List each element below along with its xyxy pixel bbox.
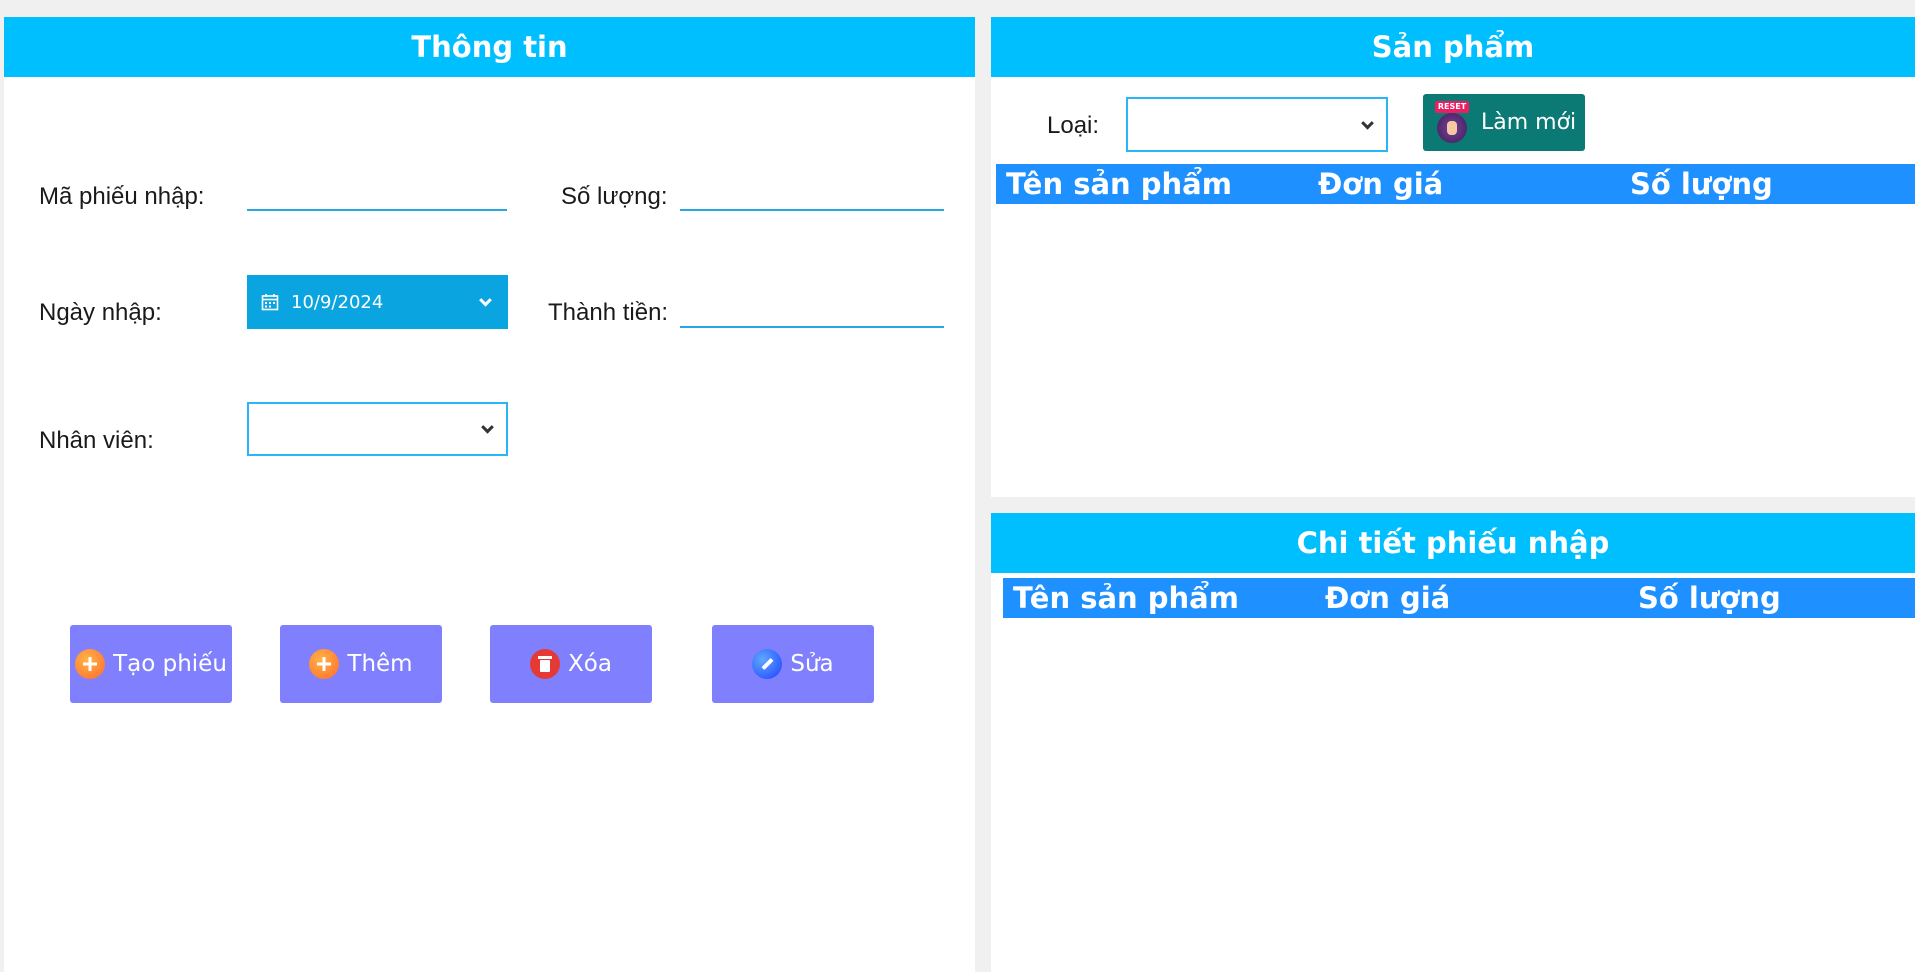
so-luong-input[interactable]: [680, 181, 944, 211]
thanh-tien-label: Thành tiền:: [548, 299, 669, 326]
product-table-header: Tên sản phẩm Đơn giá Số lượng: [996, 164, 1915, 204]
xoa-button[interactable]: Xóa: [490, 625, 652, 703]
chevron-down-icon: [1361, 116, 1374, 130]
tao-phieu-label: Tạo phiếu: [113, 651, 227, 677]
column-header-ten-san-pham[interactable]: Tên sản phẩm: [1013, 581, 1239, 615]
ngay-nhap-label: Ngày nhập:: [39, 299, 162, 326]
so-luong-label: Số lượng:: [561, 183, 668, 210]
column-header-don-gia[interactable]: Đơn giá: [1318, 167, 1443, 201]
nhan-vien-label: Nhân viên:: [39, 427, 154, 454]
chevron-down-icon: [481, 420, 494, 434]
xoa-label: Xóa: [568, 651, 612, 677]
column-header-ten-san-pham[interactable]: Tên sản phẩm: [1006, 167, 1232, 201]
calendar-icon: [261, 294, 279, 311]
ngay-nhap-value: 10/9/2024: [291, 291, 384, 313]
edit-icon: [752, 649, 783, 679]
ma-phieu-input[interactable]: [247, 181, 507, 211]
chevron-down-icon: [479, 293, 492, 307]
them-button[interactable]: Thêm: [280, 625, 442, 703]
plus-icon: [75, 649, 106, 679]
plus-icon: [309, 649, 340, 679]
them-label: Thêm: [347, 651, 413, 677]
sua-label: Sửa: [790, 651, 834, 677]
column-header-don-gia[interactable]: Đơn giá: [1325, 581, 1450, 615]
ngay-nhap-datepicker[interactable]: 10/9/2024: [247, 275, 508, 329]
sua-button[interactable]: Sửa: [712, 625, 874, 703]
tao-phieu-button[interactable]: Tạo phiếu: [70, 625, 232, 703]
loai-select[interactable]: [1126, 97, 1388, 152]
info-panel-title: Thông tin: [4, 17, 975, 77]
ma-phieu-label: Mã phiếu nhập:: [39, 183, 205, 210]
column-header-so-luong[interactable]: Số lượng: [1630, 167, 1773, 201]
reset-icon: RESET: [1433, 100, 1473, 145]
product-panel: Sản phẩm: [991, 17, 1915, 497]
lam-moi-button[interactable]: RESET Làm mới: [1423, 94, 1585, 151]
thanh-tien-input[interactable]: [680, 298, 944, 328]
trash-icon: [530, 649, 561, 679]
info-panel: Thông tin Mã phiếu nhập: Số lượng: Ngày …: [4, 17, 975, 972]
reset-tag: RESET: [1435, 100, 1469, 113]
detail-panel-title: Chi tiết phiếu nhập: [991, 513, 1915, 573]
loai-label: Loại:: [1047, 112, 1100, 139]
column-header-so-luong[interactable]: Số lượng: [1638, 581, 1781, 615]
detail-table-header: Tên sản phẩm Đơn giá Số lượng: [1003, 578, 1915, 618]
lam-moi-label: Làm mới: [1481, 110, 1577, 135]
nhan-vien-select[interactable]: [247, 402, 508, 456]
product-panel-title: Sản phẩm: [991, 17, 1915, 77]
